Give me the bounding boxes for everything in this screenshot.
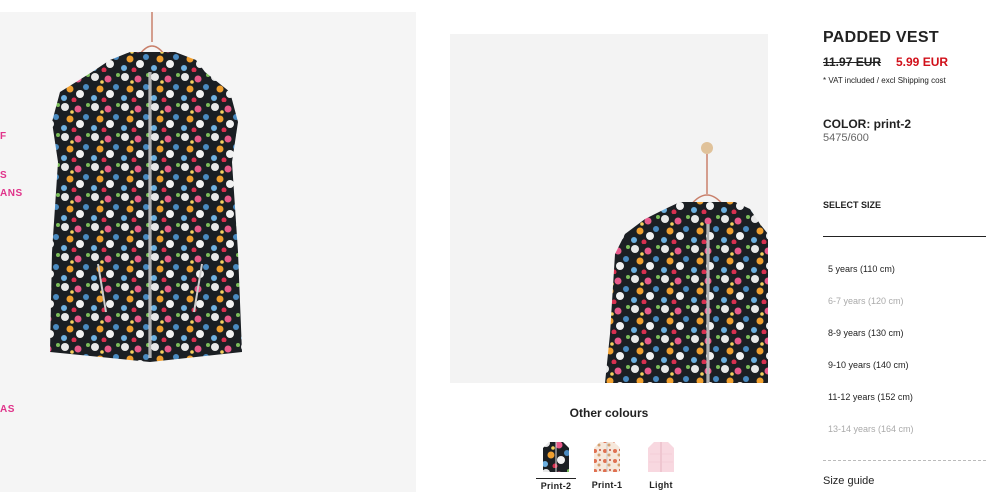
left-product-image-panel[interactable] bbox=[0, 12, 416, 492]
swatch-print-1-thumbnail bbox=[587, 436, 627, 476]
other-colours-heading: Other colours bbox=[569, 406, 649, 420]
nav-link-3[interactable]: ANS bbox=[0, 188, 23, 199]
sale-price: 5.99 EUR bbox=[896, 55, 949, 69]
nav-link-4[interactable]: AS bbox=[0, 404, 15, 415]
vest-photo-left bbox=[50, 12, 242, 362]
swatch-print-1[interactable]: Print-1 bbox=[587, 436, 627, 490]
size-divider-top bbox=[823, 236, 986, 237]
size-option-8-9y[interactable]: 8-9 years (130 cm) bbox=[828, 328, 904, 338]
product-reference: 5475/600 bbox=[823, 132, 869, 144]
swatch-print-2[interactable]: Print-2 bbox=[536, 436, 576, 491]
select-size-heading: SELECT SIZE bbox=[823, 200, 882, 210]
swatch-print-2-thumbnail bbox=[536, 436, 576, 476]
selected-color-label: COLOR: print-2 bbox=[823, 117, 911, 131]
swatch-label: Print-1 bbox=[591, 480, 623, 490]
size-option-13-14y: 13-14 years (164 cm) bbox=[828, 424, 914, 434]
size-guide-link[interactable]: Size guide bbox=[823, 475, 874, 487]
vest-photo-main bbox=[605, 142, 768, 383]
swatch-label: Light bbox=[649, 480, 673, 490]
original-price: 11.97 EUR bbox=[823, 55, 882, 69]
swatch-light-thumbnail bbox=[641, 436, 681, 476]
main-product-image[interactable] bbox=[450, 34, 768, 383]
size-option-9-10y[interactable]: 9-10 years (140 cm) bbox=[828, 360, 909, 370]
size-option-11-12y[interactable]: 11-12 years (152 cm) bbox=[828, 392, 913, 402]
product-title: PADDED VEST bbox=[823, 29, 939, 46]
nav-link-2[interactable]: S bbox=[0, 170, 7, 181]
vat-note: * VAT included / excl Shipping cost bbox=[823, 76, 946, 85]
swatch-light[interactable]: Light bbox=[641, 436, 681, 490]
nav-link-1[interactable]: F bbox=[0, 131, 7, 142]
size-option-5y[interactable]: 5 years (110 cm) bbox=[828, 264, 895, 274]
size-divider-bottom bbox=[823, 460, 986, 461]
size-option-6-7y: 6-7 years (120 cm) bbox=[828, 296, 904, 306]
swatch-label: Print-2 bbox=[536, 478, 576, 491]
